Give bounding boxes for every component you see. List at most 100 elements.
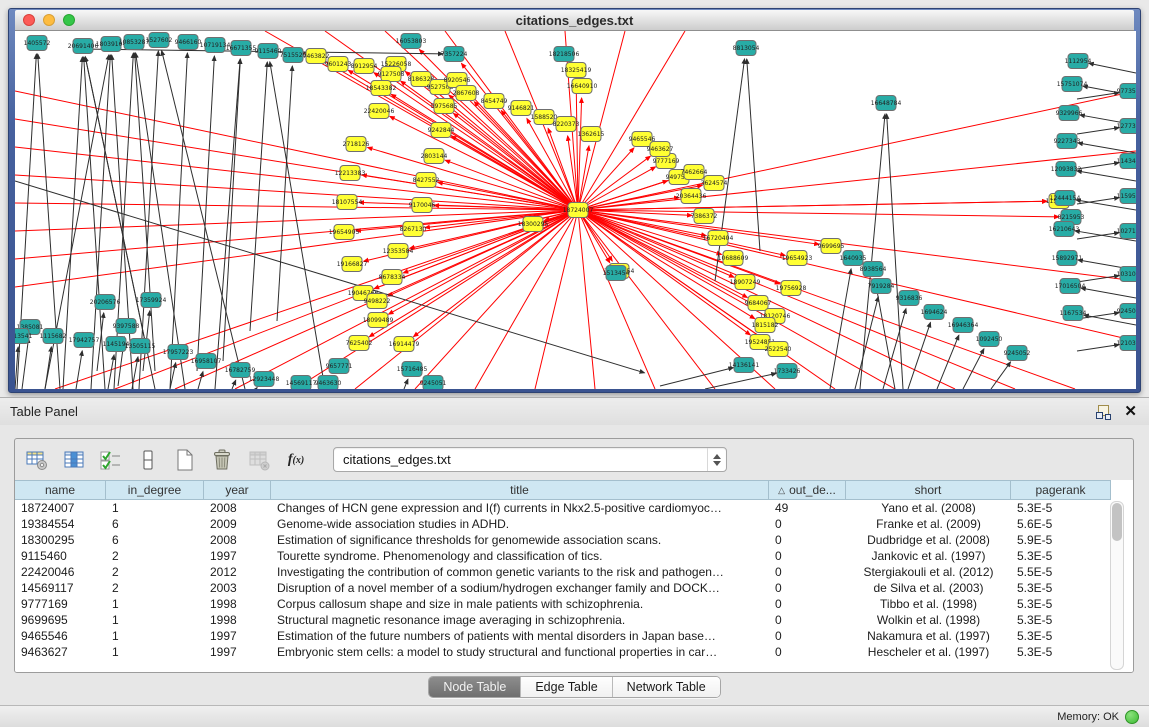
cell[interactable]: 1 (106, 500, 204, 516)
tab-node-table[interactable]: Node Table (429, 677, 521, 697)
graph-node[interactable]: 9127508 (378, 67, 405, 82)
graph-node[interactable]: 9601243 (325, 57, 352, 72)
column-header-out_de[interactable]: △out_de... (769, 480, 846, 500)
graph-node[interactable]: 1694624 (921, 305, 948, 320)
cell[interactable]: 5.3E-5 (1011, 596, 1111, 612)
graph-node[interactable]: 7515526 (280, 48, 307, 63)
cell[interactable]: 5.3E-5 (1011, 548, 1111, 564)
graph-node[interactable]: 18543382 (366, 81, 397, 96)
graph-node[interactable]: 16946364 (948, 318, 979, 333)
cell[interactable]: 0 (769, 548, 846, 564)
row-height-icon[interactable] (134, 446, 162, 474)
graph-node[interactable]: 5975685 (431, 99, 458, 114)
cell[interactable]: Franke et al. (2009) (846, 516, 1011, 532)
graph-node[interactable]: 1159534 (1117, 189, 1136, 204)
cell[interactable]: Dudbridge et al. (2008) (846, 532, 1011, 548)
cell[interactable]: Embryonic stem cells: a model to study s… (271, 644, 769, 660)
graph-node[interactable]: 17016504 (1055, 279, 1086, 294)
cell[interactable]: 2009 (204, 516, 271, 532)
table-scrollbar[interactable] (1110, 501, 1124, 670)
cell[interactable]: 1 (106, 644, 204, 660)
graph-node[interactable]: 8427552 (413, 173, 440, 188)
graph-node[interactable]: 16053803 (396, 34, 427, 49)
graph-node[interactable]: 16640910 (567, 79, 598, 94)
table-row[interactable]: 1830029562008Estimation of significance … (15, 532, 1133, 548)
graph-node[interactable]: 8912954 (351, 59, 378, 74)
cell[interactable]: 0 (769, 612, 846, 628)
graph-node[interactable]: 2522540 (765, 342, 792, 357)
graph-node[interactable]: 3624574 (701, 176, 728, 191)
graph-node[interactable]: 1112954 (1065, 54, 1092, 69)
column-header-name[interactable]: name (15, 480, 106, 500)
graph-node[interactable]: 9463627 (647, 142, 674, 157)
graph-node[interactable]: 7462664 (681, 165, 708, 180)
graph-node[interactable]: 20206576 (90, 295, 121, 310)
cell[interactable]: Structural magnetic resonance image aver… (271, 612, 769, 628)
graph-node[interactable]: 7919284 (868, 279, 895, 294)
graph-node[interactable]: 20691406 (68, 39, 99, 54)
graph-node[interactable]: 9657771 (326, 359, 353, 374)
column-header-title[interactable]: title (271, 480, 769, 500)
cell[interactable]: 1 (106, 628, 204, 644)
cell[interactable]: 5.3E-5 (1011, 644, 1111, 660)
cell[interactable]: 14569117 (15, 580, 106, 596)
graph-node[interactable]: 9227343 (1054, 134, 1081, 149)
cell[interactable]: Nakamura et al. (1997) (846, 628, 1011, 644)
cell[interactable]: 5.3E-5 (1011, 628, 1111, 644)
graph-node[interactable]: 1027134 (1117, 224, 1136, 239)
graph-node[interactable]: 17942757 (69, 333, 100, 348)
table-row[interactable]: 1872400712008Changes of HCN gene express… (15, 500, 1133, 516)
cell[interactable]: 2 (106, 564, 204, 580)
graph-node[interactable]: 18325419 (561, 63, 592, 78)
float-panel-icon[interactable] (1096, 405, 1110, 419)
table-row[interactable]: 946362711997Embryonic stem cells: a mode… (15, 644, 1133, 660)
graph-node[interactable]: 19654905 (329, 225, 360, 240)
graph-node[interactable]: 8678334 (379, 270, 406, 285)
graph-node[interactable]: 1277342 (1117, 119, 1136, 134)
cell[interactable]: 1997 (204, 628, 271, 644)
cell[interactable]: 0 (769, 580, 846, 596)
cell[interactable]: 2008 (204, 532, 271, 548)
graph-node[interactable]: 1527602 (146, 33, 173, 48)
cell[interactable]: Hescheler et al. (1997) (846, 644, 1011, 660)
graph-node[interactable]: 16671355 (226, 41, 257, 56)
graph-node[interactable]: 18218506 (549, 47, 580, 62)
graph-node[interactable]: 9466160 (175, 35, 202, 50)
graph-node[interactable]: 9115460 (255, 44, 282, 59)
graph-node[interactable]: 12353584 (383, 244, 414, 259)
graph-node[interactable]: 1733426 (774, 364, 801, 379)
cell[interactable]: 19384554 (15, 516, 106, 532)
cell[interactable]: de Silva et al. (2003) (846, 580, 1011, 596)
graph-node[interactable]: 9329966 (1056, 106, 1083, 121)
column-header-pagerank[interactable]: pagerank (1011, 480, 1111, 500)
close-window-button[interactable] (23, 14, 35, 26)
graph-node[interactable]: 19654923 (782, 251, 813, 266)
cell[interactable]: 6 (106, 516, 204, 532)
graph-node[interactable]: 1167534 (1060, 306, 1087, 321)
cell[interactable]: Yano et al. (2008) (846, 500, 1011, 516)
cell[interactable]: Stergiakouli et al. (2012) (846, 564, 1011, 580)
cell[interactable]: 9463627 (15, 644, 106, 660)
graph-node[interactable]: 2803144 (421, 149, 448, 164)
graph-node[interactable]: 8938564 (860, 262, 887, 277)
graph-node[interactable]: 16914479 (389, 337, 420, 352)
cell[interactable]: 2003 (204, 580, 271, 596)
graph-node[interactable]: 9242844 (428, 123, 455, 138)
delete-icon[interactable] (208, 446, 236, 474)
graph-node[interactable]: 9463630 (315, 376, 342, 390)
cell[interactable]: 5.5E-5 (1011, 564, 1111, 580)
graph-node[interactable]: 1143426 (1117, 154, 1136, 169)
graph-node[interactable]: 9245056 (1117, 304, 1136, 319)
cell[interactable]: Genome-wide association studies in ADHD. (271, 516, 769, 532)
cell[interactable]: 18724007 (15, 500, 106, 516)
cell[interactable]: Investigating the contribution of common… (271, 564, 769, 580)
cell[interactable]: 9115460 (15, 548, 106, 564)
cell[interactable]: 0 (769, 516, 846, 532)
graph-node[interactable]: 15716485 (397, 362, 428, 377)
graph-node[interactable]: 16648784 (871, 96, 902, 111)
graph-node[interactable]: 7357224 (441, 47, 468, 62)
graph-node[interactable]: 8454749 (481, 94, 508, 109)
minimize-window-button[interactable] (43, 14, 55, 26)
cell[interactable]: 0 (769, 644, 846, 660)
cell[interactable]: Estimation of significance thresholds fo… (271, 532, 769, 548)
